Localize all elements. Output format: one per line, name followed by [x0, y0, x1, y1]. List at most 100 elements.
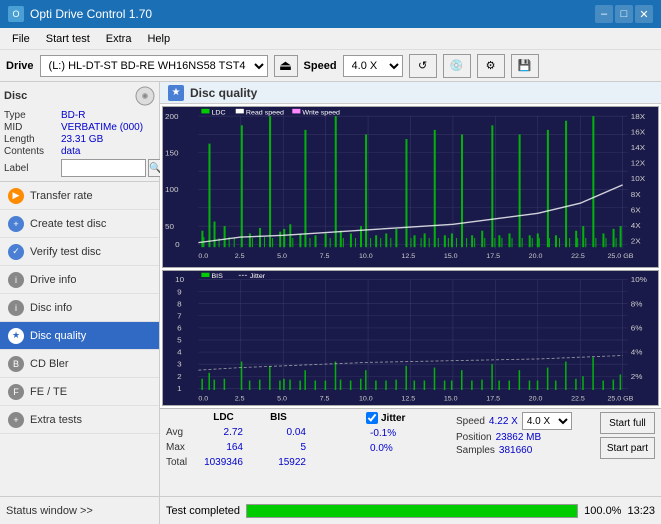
app-title: Opti Drive Control 1.70 [30, 7, 152, 21]
type-label: Type [4, 110, 59, 121]
svg-text:7: 7 [177, 312, 181, 320]
svg-text:17.5: 17.5 [486, 396, 500, 402]
extra-tests-label: Extra tests [30, 414, 82, 426]
contents-label: Contents [4, 146, 59, 157]
charts-area: 200 150 100 50 0 18X 16X 14X 12X 10X 8X … [160, 104, 661, 408]
svg-text:12X: 12X [631, 159, 645, 168]
title-bar: O Opti Drive Control 1.70 – □ ✕ [0, 0, 661, 28]
menu-file[interactable]: File [4, 31, 38, 47]
disc-info-icon: i [8, 300, 24, 316]
bottom-status-bar: Test completed 100.0% 13:23 [160, 496, 661, 524]
drive-select[interactable]: (L:) HL-DT-ST BD-RE WH16NS58 TST4 [40, 55, 268, 77]
samples-label: Samples [456, 445, 495, 456]
fe-te-icon: F [8, 384, 24, 400]
disc-button[interactable]: 💿 [443, 54, 471, 78]
disc-info-table: Type BD-R MID VERBATIMe (000) Length 23.… [4, 110, 155, 177]
menu-help[interactable]: Help [139, 31, 178, 47]
svg-text:2.5: 2.5 [235, 396, 245, 402]
eject-button[interactable]: ⏏ [274, 55, 298, 77]
svg-text:200: 200 [165, 112, 178, 121]
transfer-rate-icon: ▶ [8, 188, 24, 204]
svg-text:10X: 10X [631, 175, 645, 184]
svg-text:4: 4 [177, 349, 181, 357]
svg-text:100: 100 [165, 186, 178, 195]
drive-info-label: Drive info [30, 274, 76, 286]
speed-select[interactable]: 4.0 X [343, 55, 403, 77]
svg-text:6X: 6X [631, 206, 641, 215]
position-label: Position [456, 432, 492, 443]
sidebar-item-extra-tests[interactable]: + Extra tests [0, 406, 159, 434]
speed-dropdown[interactable]: 4.0 X [522, 412, 572, 430]
svg-text:Read speed: Read speed [246, 110, 284, 117]
sidebar-item-disc-quality[interactable]: ★ Disc quality [0, 322, 159, 350]
drive-info-icon: i [8, 272, 24, 288]
svg-text:8: 8 [177, 300, 181, 308]
create-test-disc-icon: + [8, 216, 24, 232]
svg-text:4X: 4X [631, 221, 641, 230]
svg-text:2: 2 [177, 373, 181, 381]
status-window-button[interactable]: Status window >> [0, 496, 159, 524]
samples-value: 381660 [499, 445, 532, 456]
speed-label: Speed [304, 60, 337, 72]
disc-icon [135, 86, 155, 106]
svg-text:22.5: 22.5 [571, 396, 585, 402]
close-button[interactable]: ✕ [635, 5, 653, 23]
verify-test-disc-label: Verify test disc [30, 246, 101, 258]
svg-text:12.5: 12.5 [401, 253, 415, 260]
svg-text:Write speed: Write speed [302, 110, 340, 117]
maximize-button[interactable]: □ [615, 5, 633, 23]
svg-text:7.5: 7.5 [320, 396, 330, 402]
sidebar-item-cd-bler[interactable]: B CD Bler [0, 350, 159, 378]
bis-header: BIS [251, 412, 306, 423]
settings-button[interactable]: ⚙ [477, 54, 505, 78]
svg-text:20.0: 20.0 [529, 396, 543, 402]
fe-te-label: FE / TE [30, 386, 67, 398]
sidebar-item-verify-test-disc[interactable]: ✓ Verify test disc [0, 238, 159, 266]
drive-bar: Drive (L:) HL-DT-ST BD-RE WH16NS58 TST4 … [0, 50, 661, 82]
progress-bar [246, 504, 578, 518]
start-full-button[interactable]: Start full [600, 412, 655, 434]
status-text: Test completed [166, 505, 240, 517]
position-value: 23862 MB [496, 432, 542, 443]
jitter-label: Jitter [381, 413, 405, 424]
sidebar-item-drive-info[interactable]: i Drive info [0, 266, 159, 294]
menu-start-test[interactable]: Start test [38, 31, 98, 47]
svg-text:18X: 18X [631, 112, 645, 121]
minimize-button[interactable]: – [595, 5, 613, 23]
svg-text:LDC: LDC [211, 110, 225, 117]
type-value: BD-R [61, 110, 155, 121]
sidebar-item-fe-te[interactable]: F FE / TE [0, 378, 159, 406]
refresh-button[interactable]: ↺ [409, 54, 437, 78]
svg-text:10.0: 10.0 [359, 253, 373, 260]
jitter-avg: -0.1% [366, 426, 456, 441]
svg-text:2X: 2X [631, 237, 641, 246]
drive-label: Drive [6, 60, 34, 72]
ldc-max: 164 [196, 440, 251, 455]
ldc-header: LDC [196, 412, 251, 423]
disc-panel-title: Disc [4, 90, 27, 102]
svg-text:5.0: 5.0 [277, 253, 287, 260]
ldc-total: 1039346 [196, 455, 251, 470]
sidebar-item-create-test-disc[interactable]: + Create test disc [0, 210, 159, 238]
length-value: 23.31 GB [61, 134, 155, 145]
sidebar-item-disc-info[interactable]: i Disc info [0, 294, 159, 322]
label-input[interactable] [61, 159, 146, 177]
svg-text:4%: 4% [631, 349, 643, 357]
status-window-label: Status window >> [6, 505, 93, 517]
start-part-button[interactable]: Start part [600, 437, 655, 459]
svg-text:10.0: 10.0 [359, 396, 373, 402]
svg-text:150: 150 [165, 149, 178, 158]
stats-area: LDC BIS Avg 2.72 0.04 Max 164 5 Total [160, 408, 661, 496]
avg-label: Avg [166, 425, 196, 440]
sidebar-item-transfer-rate[interactable]: ▶ Transfer rate [0, 182, 159, 210]
total-label: Total [166, 455, 196, 470]
save-button[interactable]: 💾 [511, 54, 539, 78]
jitter-max: 0.0% [366, 441, 456, 456]
svg-text:5: 5 [177, 336, 181, 344]
content-header: ★ Disc quality [160, 82, 661, 104]
menu-extra[interactable]: Extra [98, 31, 140, 47]
label-label: Label [4, 163, 59, 174]
svg-text:16X: 16X [631, 128, 645, 137]
content-icon: ★ [168, 85, 184, 101]
jitter-checkbox[interactable] [366, 412, 378, 424]
